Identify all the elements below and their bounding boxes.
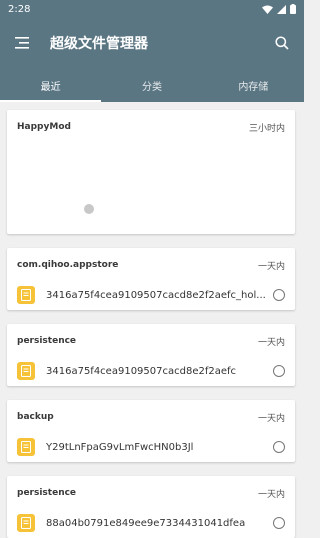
recent-group-card: persistence 一天内 3416a75f4cea9109507cacd8… — [7, 324, 295, 386]
select-radio[interactable] — [273, 289, 285, 301]
app-title: 超级文件管理器 — [50, 36, 148, 52]
search-button[interactable] — [272, 33, 292, 53]
select-radio[interactable] — [273, 517, 285, 529]
document-icon — [17, 438, 35, 456]
menu-icon — [15, 37, 29, 49]
recent-group-card: persistence 一天内 88a04b0791e849ee9e733443… — [7, 476, 295, 538]
select-radio[interactable] — [273, 441, 285, 453]
menu-button[interactable] — [12, 33, 32, 53]
card-source: persistence — [17, 336, 77, 346]
card-header: backup 一天内 — [7, 400, 295, 434]
file-row[interactable]: 3416a75f4cea9109507cacd8e2f2aefc — [7, 358, 295, 384]
loading-indicator — [84, 204, 94, 214]
document-icon — [17, 514, 35, 532]
status-time: 2:28 — [8, 3, 31, 15]
recent-group-card: backup 一天内 Y29tLnFpaG9vLmFwcHN0b3Jl — [7, 400, 295, 462]
card-source: persistence — [17, 488, 77, 498]
tab-category[interactable]: 分类 — [101, 68, 202, 102]
card-time: 一天内 — [257, 489, 285, 500]
tab-recent[interactable]: 最近 — [0, 68, 101, 102]
card-header: persistence 一天内 — [7, 324, 295, 358]
recent-group-card: com.qihoo.appstore 一天内 3416a75f4cea91095… — [7, 248, 295, 310]
search-icon — [275, 36, 289, 50]
tab-bar: 最近 分类 内存储 — [0, 68, 304, 102]
card-source: com.qihoo.appstore — [17, 260, 119, 270]
status-icons — [262, 4, 296, 14]
file-row[interactable]: 3416a75f4cea9109507cacd8e2f2aefc_hol... — [7, 282, 295, 308]
file-name: 3416a75f4cea9109507cacd8e2f2aefc_hol... — [46, 289, 266, 301]
card-source: HappyMod — [17, 122, 71, 132]
card-header: persistence 一天内 — [7, 476, 295, 510]
signal-icon — [277, 4, 286, 14]
document-icon — [17, 286, 35, 304]
card-time: 一天内 — [257, 261, 285, 272]
toolbar: 超级文件管理器 — [0, 18, 304, 68]
tab-internal-storage[interactable]: 内存储 — [203, 68, 304, 102]
file-row[interactable]: Y29tLnFpaG9vLmFwcHN0b3Jl — [7, 434, 295, 460]
status-bar: 2:28 — [0, 0, 304, 18]
card-header: HappyMod 三小时内 — [7, 110, 295, 144]
card-time: 一天内 — [257, 337, 285, 348]
file-row[interactable]: 88a04b0791e849ee9e7334431041dfea — [7, 510, 295, 536]
document-icon — [17, 362, 35, 380]
file-name: 3416a75f4cea9109507cacd8e2f2aefc — [46, 365, 237, 377]
card-time: 一天内 — [257, 413, 285, 424]
file-name: 88a04b0791e849ee9e7334431041dfea — [46, 517, 246, 529]
tab-indicator — [0, 100, 101, 102]
card-time: 三小时内 — [248, 123, 285, 134]
card-source: backup — [17, 412, 54, 422]
select-radio[interactable] — [273, 365, 285, 377]
app-bar: 2:28 超级文件管理器 最近 分类 内存储 — [0, 0, 304, 102]
recent-group-card[interactable]: HappyMod 三小时内 — [7, 110, 295, 234]
wifi-icon — [262, 5, 273, 14]
battery-icon — [290, 4, 296, 14]
file-name: Y29tLnFpaG9vLmFwcHN0b3Jl — [46, 441, 194, 453]
card-header: com.qihoo.appstore 一天内 — [7, 248, 295, 282]
